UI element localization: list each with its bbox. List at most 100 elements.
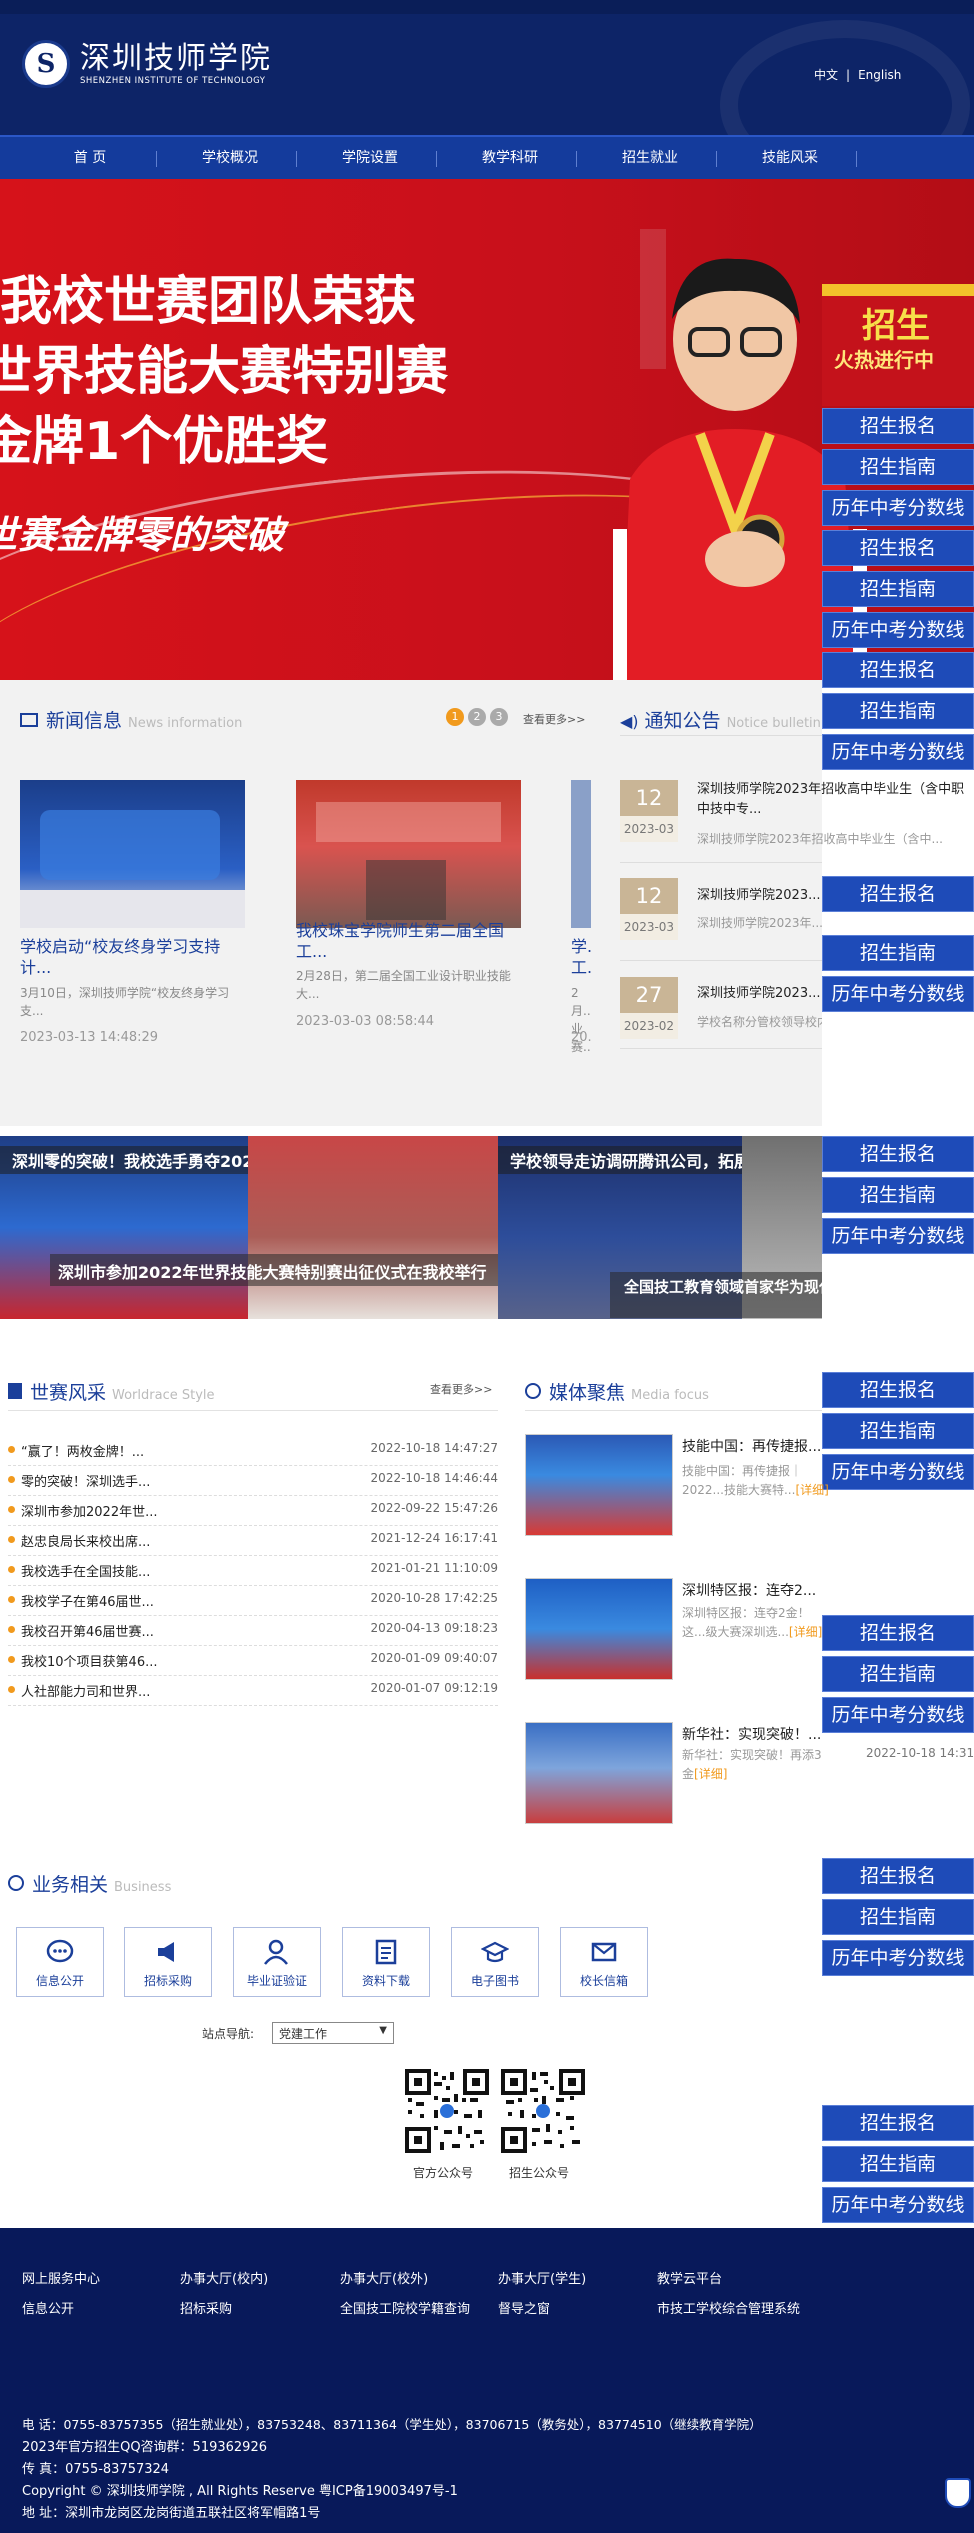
site-nav-select[interactable]: 党建工作 ▼ (272, 2022, 394, 2044)
worldskills-list-item[interactable]: 我校10个项目获第46... 2020-01-09 09:40:07 (8, 1646, 498, 1676)
worldskills-list-item[interactable]: 我校选手在全国技能... 2021-01-21 11:10:09 (8, 1556, 498, 1586)
worldskills-list-item[interactable]: 我校召开第46届世赛... 2020-04-13 09:18:23 (8, 1616, 498, 1646)
worldskills-list-item[interactable]: 深圳市参加2022年世... 2022-09-22 15:47:26 (8, 1496, 498, 1526)
sidebar-btn-apply[interactable]: 招生报名 (822, 530, 974, 566)
media-item-image[interactable] (525, 1434, 673, 1536)
notice-item-title[interactable]: 深圳技师学院2023... (697, 984, 827, 1004)
sidebar-btn-scores[interactable]: 历年中考分数线 (822, 976, 974, 1012)
biz-btn-library[interactable]: 电子图书 (451, 1927, 539, 1997)
media-item-title[interactable]: 技能中国：再传捷报... (682, 1436, 821, 1456)
admission-promo-banner[interactable]: 招生 火热进行中 (822, 284, 974, 406)
biz-btn-bidding[interactable]: 招标采购 (124, 1927, 212, 1997)
nav-item-admission[interactable]: 招生就业 (580, 147, 720, 167)
worldskills-item-title[interactable]: 赵忠良局长来校出席... (21, 1531, 150, 1550)
sidebar-btn-scores[interactable]: 历年中考分数线 (822, 2187, 974, 2223)
sidebar-btn-guide[interactable]: 招生指南 (822, 1413, 974, 1449)
sidebar-btn-scores[interactable]: 历年中考分数线 (822, 734, 974, 770)
footer-link[interactable]: 招标采购 (180, 2298, 232, 2317)
news-card-title[interactable]: 学校启动“校友终身学习支持计... (20, 936, 245, 978)
lang-english-link[interactable]: English (858, 68, 901, 82)
worldskills-list-item[interactable]: 赵忠良局长来校出席... 2021-12-24 16:17:41 (8, 1526, 498, 1556)
news-card-title[interactable]: 我校珠宝学院师生第二届全国工... (296, 920, 521, 962)
worldskills-list-item[interactable]: “赢了！两枚金牌！... 2022-10-18 14:47:27 (8, 1436, 498, 1466)
news-page-3[interactable]: 3 (490, 708, 508, 726)
footer-link[interactable]: 办事大厅(校外) (340, 2268, 428, 2287)
sidebar-btn-guide[interactable]: 招生指南 (822, 2146, 974, 2182)
news-card-image[interactable] (571, 780, 591, 928)
biz-btn-cert[interactable]: 毕业证验证 (233, 1927, 321, 1997)
worldskills-list-item[interactable]: 零的突破！深圳选手... 2022-10-18 14:46:44 (8, 1466, 498, 1496)
nav-item-about[interactable]: 学校概况 (160, 147, 300, 167)
nav-item-skills[interactable]: 技能风采 (720, 147, 860, 167)
notice-item-title[interactable]: 深圳技师学院2023年招收高中毕业生（含中职中技中专... (697, 780, 974, 820)
sidebar-btn-apply[interactable]: 招生报名 (822, 1858, 974, 1894)
sidebar-btn-apply[interactable]: 招生报名 (822, 1615, 974, 1651)
footer-link[interactable]: 办事大厅(学生) (498, 2268, 586, 2287)
nav-item-colleges[interactable]: 学院设置 (300, 147, 440, 167)
media-item-title[interactable]: 新华社：实现突破！... (682, 1724, 821, 1744)
footer-link[interactable]: 办事大厅(校内) (180, 2268, 268, 2287)
sidebar-btn-guide[interactable]: 招生指南 (822, 571, 974, 607)
sidebar-btn-apply[interactable]: 招生报名 (822, 652, 974, 688)
gov-badge-icon[interactable] (945, 2478, 971, 2508)
strip-caption-1[interactable]: 深圳零的突破！我校选手勇夺2022 (0, 1146, 248, 1174)
worldskills-item-title[interactable]: 我校10个项目获第46... (21, 1651, 157, 1670)
media-detail-link[interactable]: [详细] (694, 1767, 727, 1781)
worldskills-list-item[interactable]: 我校学子在第46届世... 2020-10-28 17:42:25 (8, 1586, 498, 1616)
biz-btn-mailbox[interactable]: 校长信箱 (560, 1927, 648, 1997)
sidebar-btn-apply[interactable]: 招生报名 (822, 1372, 974, 1408)
worldskills-more-link[interactable]: 查看更多>> (430, 1381, 492, 1397)
media-item-title[interactable]: 深圳特区报：连夺2... (682, 1580, 816, 1600)
site-logo[interactable]: S 深圳技师学院 SHENZHEN INSTITUTE OF TECHNOLOG… (22, 40, 272, 88)
sidebar-btn-scores[interactable]: 历年中考分数线 (822, 612, 974, 648)
news-card-image[interactable] (20, 780, 245, 928)
sidebar-btn-scores[interactable]: 历年中考分数线 (822, 1697, 974, 1733)
sidebar-btn-guide[interactable]: 招生指南 (822, 1899, 974, 1935)
media-detail-link[interactable]: [详细] (789, 1625, 822, 1639)
sidebar-btn-scores[interactable]: 历年中考分数线 (822, 1454, 974, 1490)
media-detail-link[interactable]: [详细] (795, 1483, 828, 1497)
news-card-image[interactable] (296, 780, 521, 928)
footer-link[interactable]: 全国技工院校学籍查询 (340, 2298, 470, 2317)
sidebar-btn-guide[interactable]: 招生指南 (822, 1177, 974, 1213)
worldskills-item-title[interactable]: 零的突破！深圳选手... (21, 1471, 150, 1490)
worldskills-item-title[interactable]: 我校学子在第46届世... (21, 1591, 154, 1610)
footer-link[interactable]: 市技工学校综合管理系统 (657, 2298, 800, 2317)
sidebar-btn-guide[interactable]: 招生指南 (822, 1656, 974, 1692)
biz-btn-download[interactable]: 资料下载 (342, 1927, 430, 1997)
notice-item-title[interactable]: 深圳技师学院2023... (697, 886, 827, 906)
footer-link[interactable]: 教学云平台 (657, 2268, 722, 2287)
worldskills-item-title[interactable]: “赢了！两枚金牌！... (21, 1441, 144, 1460)
footer-link[interactable]: 信息公开 (22, 2298, 74, 2317)
sidebar-btn-guide[interactable]: 招生指南 (822, 449, 974, 485)
sidebar-btn-guide[interactable]: 招生指南 (822, 935, 974, 971)
sidebar-btn-apply[interactable]: 招生报名 (822, 2105, 974, 2141)
sidebar-btn-scores[interactable]: 历年中考分数线 (822, 1940, 974, 1976)
lang-chinese-link[interactable]: 中文 (814, 68, 838, 82)
biz-btn-info[interactable]: 信息公开 (16, 1927, 104, 1997)
nav-item-home[interactable]: 首 页 (20, 147, 160, 167)
sidebar-btn-apply[interactable]: 招生报名 (822, 1136, 974, 1172)
strip-caption-4[interactable]: 全国技工教育领域首家华为现代产业学院落户我校 (610, 1272, 822, 1318)
strip-caption-3[interactable]: 学校领导走访调研腾讯公司，拓展 (498, 1146, 742, 1174)
media-item-image[interactable] (525, 1722, 673, 1824)
worldskills-list-item[interactable]: 人社部能力司和世界... 2020-01-07 09:12:19 (8, 1676, 498, 1706)
strip-caption-2[interactable]: 深圳市参加2022年世界技能大赛特别赛出征仪式在我校举行 (50, 1254, 498, 1286)
sidebar-btn-scores[interactable]: 历年中考分数线 (822, 1218, 974, 1254)
footer-link[interactable]: 督导之窗 (498, 2298, 550, 2317)
strip-photo-2[interactable] (248, 1136, 498, 1319)
sidebar-btn-scores[interactable]: 历年中考分数线 (822, 490, 974, 526)
worldskills-item-title[interactable]: 我校召开第46届世赛... (21, 1621, 154, 1640)
worldskills-item-title[interactable]: 我校选手在全国技能... (21, 1561, 150, 1580)
news-page-1[interactable]: 1 (446, 708, 464, 726)
media-item-image[interactable] (525, 1578, 673, 1680)
nav-item-research[interactable]: 教学科研 (440, 147, 580, 167)
sidebar-btn-apply[interactable]: 招生报名 (822, 408, 974, 444)
sidebar-btn-guide[interactable]: 招生指南 (822, 693, 974, 729)
news-more-link[interactable]: 查看更多>> (523, 711, 585, 727)
worldskills-item-title[interactable]: 人社部能力司和世界... (21, 1681, 150, 1700)
worldskills-item-title[interactable]: 深圳市参加2022年世... (21, 1501, 157, 1520)
sidebar-btn-apply[interactable]: 招生报名 (822, 876, 974, 912)
news-card-title[interactable]: 学...工... (571, 936, 591, 978)
footer-link[interactable]: 网上服务中心 (22, 2268, 100, 2287)
